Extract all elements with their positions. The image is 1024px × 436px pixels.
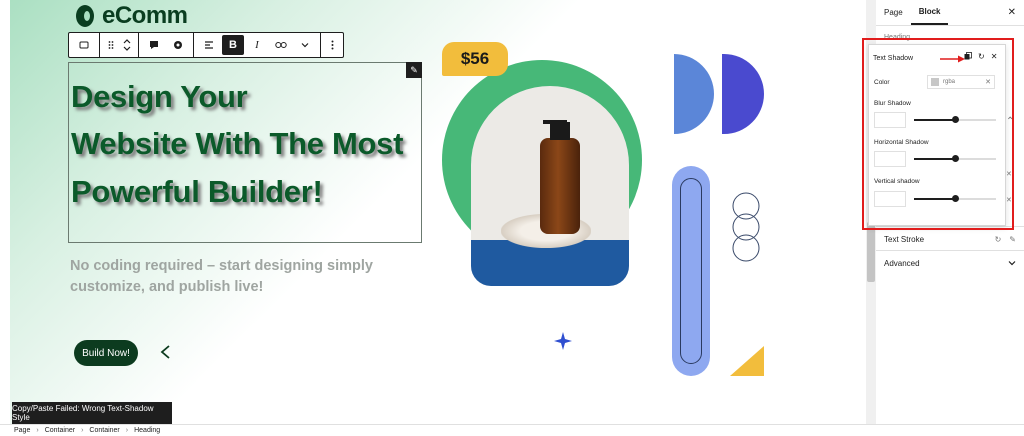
color-picker-field[interactable]: rgba ✕ bbox=[927, 75, 995, 89]
heading-line-3: Powerful Builder! bbox=[71, 174, 323, 209]
options-icon[interactable] bbox=[325, 35, 339, 55]
record-icon[interactable] bbox=[167, 35, 189, 55]
tab-page[interactable]: Page bbox=[876, 0, 911, 25]
link-icon[interactable] bbox=[270, 35, 292, 55]
block-type-icon[interactable] bbox=[73, 35, 95, 55]
color-label: Color bbox=[874, 79, 890, 86]
subheading-text: No coding required – start designing sim… bbox=[70, 258, 373, 295]
bottle-neck bbox=[550, 122, 570, 140]
toolbar-group-extras bbox=[139, 33, 194, 57]
breadcrumb-item[interactable]: Container bbox=[45, 427, 75, 434]
horizontal-shadow-label: Horizontal Shadow bbox=[874, 139, 929, 146]
blur-shadow-input[interactable] bbox=[874, 112, 906, 128]
sidebar-tabs: Page Block ✕ bbox=[876, 0, 1024, 26]
close-icon[interactable]: ✕ bbox=[991, 52, 998, 62]
blur-shadow-slider[interactable] bbox=[914, 116, 996, 124]
breadcrumb-item[interactable]: Container bbox=[89, 427, 119, 434]
heading-block[interactable]: ✎ Design Your Website With The Most Powe… bbox=[68, 62, 422, 243]
price-tag: $56 bbox=[442, 42, 508, 76]
tab-block[interactable]: Block bbox=[910, 0, 949, 25]
vertical-shadow-slider[interactable] bbox=[914, 195, 996, 203]
horizontal-shadow-input[interactable] bbox=[874, 151, 906, 167]
color-value: rgba bbox=[943, 79, 956, 85]
chevron-down-icon[interactable] bbox=[1008, 259, 1016, 268]
bottle-pump bbox=[543, 120, 567, 124]
triangle-shape bbox=[730, 346, 764, 376]
product-image bbox=[471, 86, 629, 286]
breadcrumb-item[interactable]: Heading bbox=[134, 427, 160, 434]
toolbar-group-format: B I bbox=[194, 33, 321, 57]
clear-icon[interactable]: ✕ bbox=[985, 78, 991, 86]
italic-icon[interactable]: I bbox=[246, 35, 268, 55]
chevron-right-icon: › bbox=[125, 427, 129, 434]
sparkle-icon bbox=[554, 332, 572, 350]
breadcrumb-item[interactable]: Page bbox=[14, 427, 30, 434]
stacked-circles-shape bbox=[732, 192, 760, 262]
blur-shadow-label: Blur Shadow bbox=[874, 100, 911, 107]
sidebar-row-label: Advanced bbox=[884, 259, 920, 268]
pencil-icon[interactable]: ✎ bbox=[406, 62, 422, 78]
bold-icon[interactable]: B bbox=[222, 35, 244, 55]
vertical-shadow-input[interactable] bbox=[874, 191, 906, 207]
red-arrow-icon bbox=[940, 55, 965, 63]
slider-knob[interactable] bbox=[951, 195, 959, 202]
align-icon[interactable] bbox=[198, 35, 220, 55]
scrollbar-thumb[interactable] bbox=[867, 222, 875, 282]
logo-mark-icon bbox=[76, 5, 94, 27]
sidebar-row-label: Text Stroke bbox=[884, 235, 925, 244]
copy-icon[interactable] bbox=[964, 52, 972, 62]
reset-icon[interactable]: ↻ bbox=[978, 52, 985, 62]
breadcrumb: Page › Container › Container › Heading bbox=[0, 424, 1024, 436]
reset-icon[interactable]: ↻ bbox=[995, 235, 1002, 244]
build-now-button[interactable]: Build Now! bbox=[74, 340, 138, 366]
chevron-right-icon: › bbox=[81, 427, 84, 434]
sidebar-row-advanced[interactable]: Advanced bbox=[876, 250, 1024, 276]
slider-fill bbox=[914, 198, 955, 200]
move-up-down-icon[interactable] bbox=[120, 35, 134, 55]
popover-title: Text Shadow bbox=[873, 55, 914, 62]
close-icon[interactable]: ✕ bbox=[1008, 7, 1016, 18]
heading-line-1: Design Your bbox=[71, 79, 248, 114]
drag-handle-icon[interactable] bbox=[104, 35, 118, 55]
slider-knob[interactable] bbox=[951, 116, 959, 123]
logo-text: eComm bbox=[102, 2, 188, 29]
arrow-left-icon bbox=[160, 345, 262, 359]
heading-line-2: Website With The Most bbox=[71, 126, 404, 161]
edit-icon[interactable]: ✎ bbox=[1009, 235, 1016, 244]
site-logo[interactable]: eComm bbox=[76, 2, 188, 30]
pill-outline-shape bbox=[680, 178, 702, 364]
toolbar-group-move bbox=[100, 33, 139, 57]
vertical-shadow-label: Vertical shadow bbox=[874, 178, 920, 185]
chevron-right-icon: › bbox=[36, 427, 39, 434]
canvas-edge bbox=[0, 0, 10, 424]
block-toolbar: B I bbox=[68, 32, 344, 58]
toolbar-group-block bbox=[69, 33, 100, 57]
comment-icon[interactable] bbox=[143, 35, 165, 55]
slider-knob[interactable] bbox=[951, 155, 959, 162]
toolbar-group-options bbox=[321, 33, 343, 57]
more-rich-text-icon[interactable] bbox=[294, 35, 316, 55]
popover-actions: ↻ ✕ bbox=[964, 52, 997, 62]
color-swatch[interactable] bbox=[931, 78, 939, 86]
horizontal-shadow-slider[interactable] bbox=[914, 155, 996, 163]
slider-fill bbox=[914, 119, 955, 121]
bottle-body bbox=[540, 138, 580, 234]
slider-fill bbox=[914, 158, 955, 160]
error-toast: Copy/Paste Failed: Wrong Text-Shadow Sty… bbox=[12, 402, 172, 424]
